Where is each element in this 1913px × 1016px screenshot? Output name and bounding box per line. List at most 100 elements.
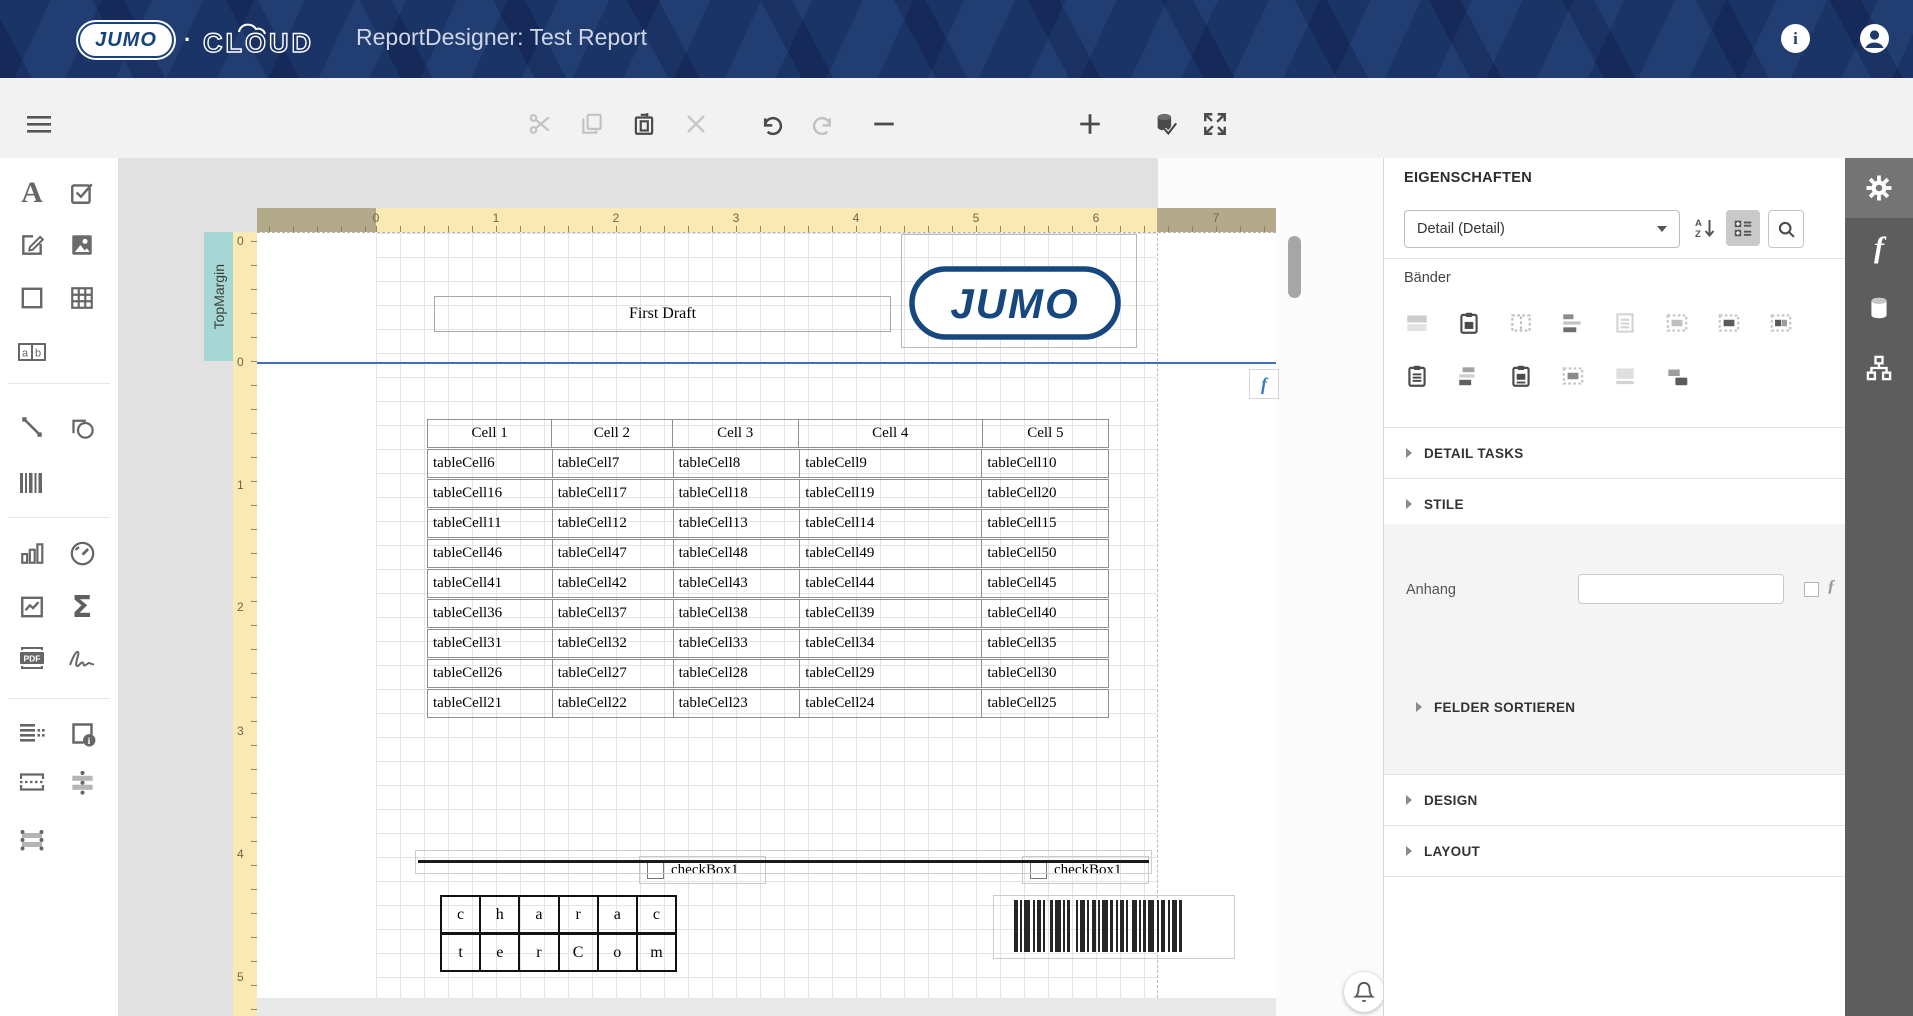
image-element-jumo-logo[interactable]: JUMO [901, 234, 1137, 348]
table-cell[interactable]: tableCell44 [800, 570, 983, 597]
table-cell[interactable]: tableCell41 [428, 570, 553, 597]
richtext-tool-icon[interactable] [14, 227, 50, 263]
image-tool-icon[interactable] [64, 227, 100, 263]
text-label-tool-icon[interactable]: A [14, 175, 50, 211]
validate-report-icon[interactable] [1148, 107, 1182, 141]
table-cell[interactable]: tableCell49 [800, 540, 983, 567]
pdf-tool-icon[interactable]: PDF [14, 640, 50, 676]
section-design[interactable]: DESIGN [1384, 775, 1846, 825]
sum-tool-icon[interactable]: Σ [64, 589, 100, 625]
user-account-icon[interactable] [1860, 24, 1889, 53]
band-icon-6[interactable] [1662, 308, 1692, 338]
vertical-spacing-tool-icon[interactable] [64, 764, 100, 800]
shape-tool-icon[interactable] [64, 409, 100, 445]
text-element-first-draft[interactable]: First Draft [434, 296, 891, 332]
table-cell[interactable]: tableCell23 [674, 690, 801, 717]
panel-rectangle-tool-icon[interactable] [14, 280, 50, 316]
table-cell[interactable]: tableCell14 [800, 510, 983, 537]
table-cell[interactable]: tableCell13 [674, 510, 801, 537]
table-header-row[interactable]: Cell 1 Cell 2 Cell 3 Cell 4 Cell 5 [427, 419, 1109, 448]
fx-expression-badge[interactable]: f [1249, 369, 1279, 399]
band-rails-tool-icon[interactable] [14, 822, 50, 858]
page-break-tool-icon[interactable] [14, 764, 50, 800]
table-cell[interactable]: tableCell35 [982, 630, 1108, 657]
chart-tool-icon[interactable] [14, 535, 50, 571]
rail-data-button[interactable] [1845, 278, 1913, 338]
gauge-tool-icon[interactable] [64, 535, 100, 571]
section-stile[interactable]: STILE [1384, 479, 1846, 529]
rail-structure-button[interactable] [1845, 338, 1913, 398]
hamburger-menu-icon[interactable] [22, 107, 56, 141]
rail-settings-button[interactable] [1845, 158, 1913, 218]
table-row[interactable]: tableCell46 tableCell47 tableCell48 tableCe… [427, 539, 1109, 568]
table-cell[interactable]: tableCell16 [428, 480, 553, 507]
table-header-cell[interactable]: Cell 1 [428, 420, 553, 447]
table-cell[interactable]: tableCell18 [674, 480, 801, 507]
comb-cell[interactable]: c [638, 897, 675, 932]
table-cell[interactable]: tableCell15 [982, 510, 1108, 537]
cut-icon[interactable] [523, 107, 557, 141]
table-row[interactable]: tableCell6 tableCell7 tableCell8 tableCell9… [427, 449, 1109, 478]
comb-cell[interactable]: r [560, 897, 599, 932]
table-row[interactable]: tableCell36 tableCell37 tableCell38 tableCe… [427, 599, 1109, 628]
band-icon-14[interactable] [1662, 361, 1692, 391]
comb-cell[interactable]: C [560, 935, 599, 970]
comb-cell[interactable]: m [638, 935, 675, 970]
table-cell[interactable]: tableCell33 [674, 630, 801, 657]
comb-cell[interactable]: a [520, 897, 560, 932]
table-cell[interactable]: tableCell47 [553, 540, 674, 567]
checkbox-tool-icon[interactable] [64, 175, 100, 211]
zoom-in-icon[interactable] [1073, 107, 1107, 141]
table-element[interactable]: Cell 1 Cell 2 Cell 3 Cell 4 Cell 5 tableCell6… [427, 419, 1109, 720]
element-selector-dropdown[interactable]: Detail (Detail) [1404, 210, 1680, 248]
table-cell[interactable]: tableCell8 [674, 450, 801, 477]
rail-functions-button[interactable]: f [1845, 218, 1913, 278]
barcode-tool-icon[interactable] [14, 465, 50, 501]
band-icon-5[interactable] [1610, 308, 1640, 338]
undo-icon[interactable] [755, 107, 789, 141]
info-icon[interactable]: i [1781, 24, 1810, 53]
band-icon-2[interactable] [1454, 308, 1484, 338]
comb-cell[interactable]: t [442, 935, 482, 970]
table-row[interactable]: tableCell31 tableCell32 tableCell33 tableCe… [427, 629, 1109, 658]
table-cell[interactable]: tableCell50 [982, 540, 1108, 567]
comb-cell[interactable]: r [520, 935, 560, 970]
band-icon-13[interactable] [1610, 361, 1640, 391]
band-icon-8[interactable] [1766, 308, 1796, 338]
anhang-checkbox[interactable] [1804, 582, 1819, 597]
table-cell[interactable]: tableCell24 [800, 690, 983, 717]
band-icon-7[interactable] [1714, 308, 1744, 338]
comb-cell[interactable]: h [481, 897, 521, 932]
barcode-element[interactable] [993, 895, 1235, 959]
search-properties-button[interactable] [1768, 210, 1804, 248]
section-detail-tasks[interactable]: DETAIL TASKS [1384, 428, 1846, 478]
table-cell[interactable]: tableCell37 [553, 600, 674, 627]
signature-tool-icon[interactable] [64, 640, 100, 676]
table-cell[interactable]: tableCell46 [428, 540, 553, 567]
band-icon-3[interactable] [1506, 308, 1536, 338]
table-tool-icon[interactable] [64, 280, 100, 316]
section-felder-sortieren[interactable]: FELDER SORTIEREN [1384, 684, 1846, 730]
paste-icon[interactable] [627, 107, 661, 141]
band-icon-11[interactable] [1506, 361, 1536, 391]
line-tool-icon[interactable] [14, 409, 50, 445]
table-cell[interactable]: tableCell32 [553, 630, 674, 657]
table-cell[interactable]: tableCell36 [428, 600, 553, 627]
line-element[interactable] [415, 850, 1152, 874]
redo-icon[interactable] [805, 107, 839, 141]
comb-cell[interactable]: a [599, 897, 638, 932]
band-icon-9[interactable] [1402, 361, 1432, 391]
comb-cell[interactable]: o [599, 935, 638, 970]
table-cell[interactable]: tableCell29 [800, 660, 983, 687]
band-icon-1[interactable] [1402, 308, 1432, 338]
anhang-fx-icon[interactable]: ƒ [1827, 576, 1836, 596]
section-layout[interactable]: LAYOUT [1384, 826, 1846, 876]
comb-cell[interactable]: e [481, 935, 521, 970]
table-header-cell[interactable]: Cell 3 [673, 420, 799, 447]
table-cell[interactable]: tableCell31 [428, 630, 553, 657]
detail-report-tool-icon[interactable] [14, 715, 50, 751]
comb-cell[interactable]: c [442, 897, 482, 932]
table-cell[interactable]: tableCell22 [553, 690, 674, 717]
table-header-cell[interactable]: Cell 4 [799, 420, 983, 447]
table-header-cell[interactable]: Cell 2 [552, 420, 673, 447]
